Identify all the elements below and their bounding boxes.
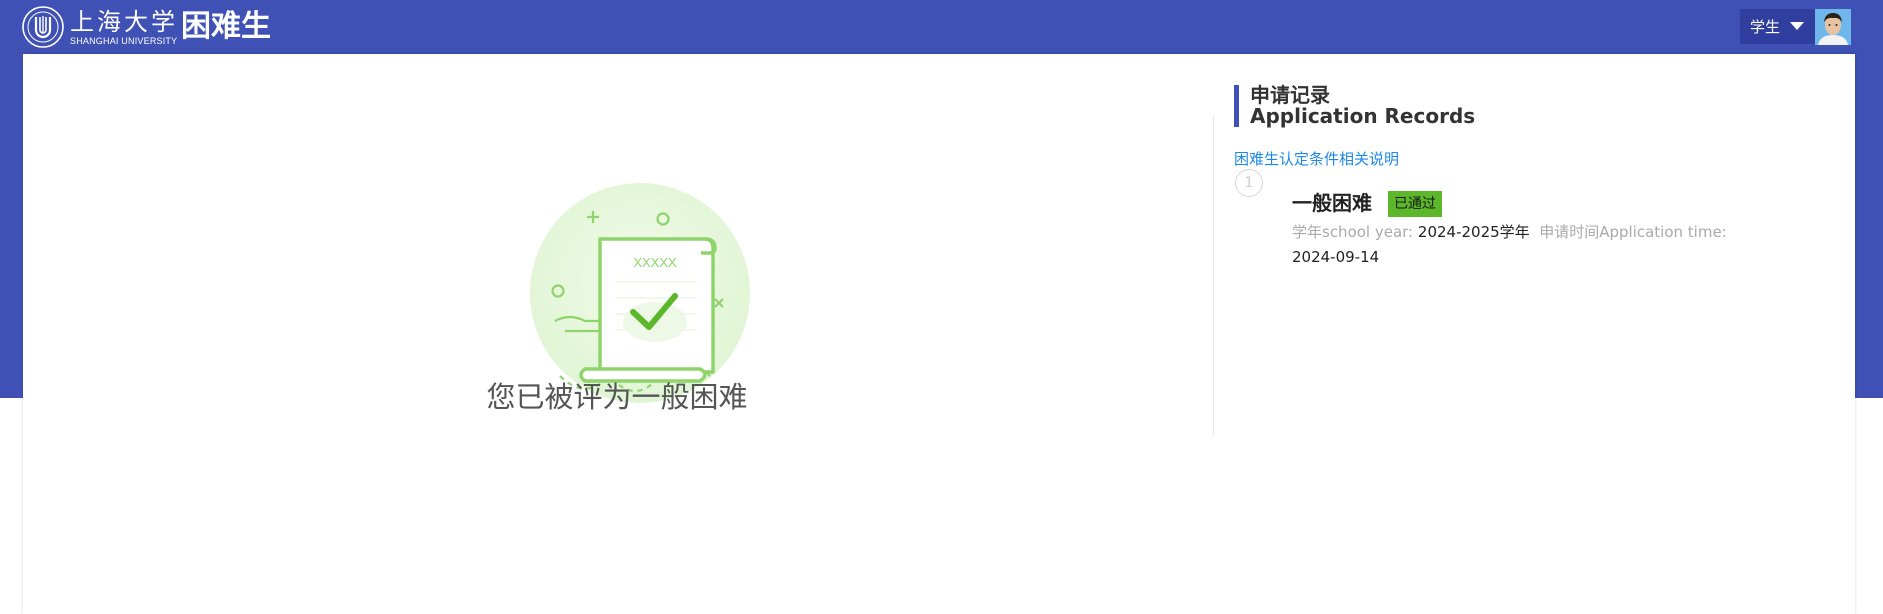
record-index: 1 [1235,169,1263,197]
content-card [23,54,1855,614]
role-label: 学生 [1750,18,1781,36]
apply-time-label: 申请时间Application time: [1539,223,1727,241]
chevron-down-icon [1790,22,1804,30]
university-logo[interactable]: 上海大学 SHANGHAI UNIVERSITY [22,2,178,52]
logo-chinese-name: 上海大学 [70,7,178,36]
result-message: 您已被评为一般困难 [486,380,748,414]
top-bar: 上海大学 SHANGHAI UNIVERSITY 困难生 学生 [0,0,1883,54]
record-meta: 学年school year: 2024-2025学年 申请时间Applicati… [1292,220,1774,270]
school-year-value: 2024-2025学年 [1417,223,1530,241]
app-title: 困难生 [181,10,271,43]
vertical-divider [1213,115,1214,435]
record-title: 一般困难 [1292,191,1372,215]
university-logo-text: 上海大学 SHANGHAI UNIVERSITY [70,8,178,47]
records-title-en: Application Records [1250,104,1476,128]
certificate-text: XXXXX [633,255,677,270]
avatar[interactable] [1815,9,1851,45]
apply-time-value: 2024-09-14 [1292,248,1380,266]
school-year-label: 学年school year: [1292,223,1414,241]
criteria-explanation-link[interactable]: 困难生认定条件相关说明 [1234,148,1399,169]
role-switch-dropdown[interactable]: 学生 [1740,9,1816,44]
status-badge: 已通过 [1388,191,1442,217]
logo-english-name: SHANGHAI UNIVERSITY [70,35,178,46]
user-avatar-icon [1815,9,1851,45]
university-logo-icon [22,6,64,48]
records-heading: 申请记录 Application Records [1234,85,1475,127]
records-title-cn: 申请记录 [1250,83,1330,107]
